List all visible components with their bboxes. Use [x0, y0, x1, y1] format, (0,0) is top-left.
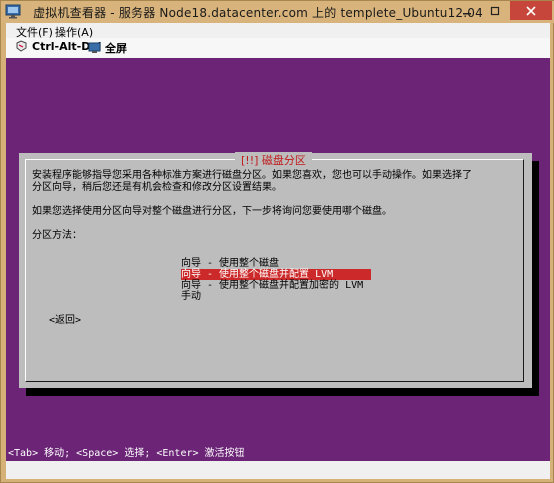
close-icon — [526, 5, 536, 16]
fullscreen-icon — [88, 42, 101, 53]
title-bar[interactable]: 虚拟机查看器 - 服务器 Node18.datacenter.com 上的 te… — [1, 1, 554, 23]
key-combo-icon — [16, 40, 27, 52]
dialog-text-line: 分区向导，稍后您还是有机会检查和修改分区设置结果。 — [32, 182, 282, 193]
partition-method-label: 分区方法： — [32, 230, 82, 241]
option-guided-lvm[interactable]: 向导 - 使用整个磁盘并配置 LVM — [181, 269, 371, 280]
partition-dialog: [!!] 磁盘分区 安装程序能够指导您采用各种标准方案进行磁盘分区。如果您喜欢，… — [19, 152, 532, 388]
viewer-window: 虚拟机查看器 - 服务器 Node18.datacenter.com 上的 te… — [0, 0, 554, 483]
vm-console[interactable]: [!!] 磁盘分区 安装程序能够指导您采用各种标准方案进行磁盘分区。如果您喜欢，… — [6, 58, 550, 461]
close-button[interactable] — [510, 1, 552, 20]
dialog-text-line: 如果您选择使用分区向导对整个磁盘进行分区，下一步将询问您要使用哪个磁盘。 — [32, 206, 392, 217]
console-status-bar: <Tab> 移动; <Space> 选择; <Enter> 激活按钮 — [6, 447, 550, 461]
fullscreen-label: 全屏 — [105, 42, 127, 55]
option-guided-encrypted-lvm[interactable]: 向导 - 使用整个磁盘并配置加密的 LVM — [181, 280, 371, 291]
status-text: <Tab> 移动; <Space> 选择; <Enter> 激活按钮 — [8, 448, 245, 459]
fullscreen-button[interactable]: 全屏 — [88, 40, 127, 56]
menu-bar: 文件(F) 操作(A) — [6, 23, 550, 39]
toolbar: Ctrl-Alt-Del 全屏 — [6, 38, 550, 59]
maximize-button[interactable] — [482, 1, 508, 20]
option-guided-entire-disk[interactable]: 向导 - 使用整个磁盘 — [181, 258, 371, 269]
window-bottom-bar — [6, 461, 550, 479]
minimize-icon — [463, 12, 471, 14]
maximize-icon — [490, 6, 500, 15]
dialog-text-line: 安装程序能够指导您采用各种标准方案进行磁盘分区。如果您喜欢，您也可以手动操作。如… — [32, 170, 472, 181]
dialog-title: [!!] 磁盘分区 — [235, 152, 312, 168]
minimize-button[interactable] — [454, 1, 480, 20]
back-button[interactable]: <返回> — [49, 311, 81, 326]
option-manual[interactable]: 手动 — [181, 291, 371, 302]
